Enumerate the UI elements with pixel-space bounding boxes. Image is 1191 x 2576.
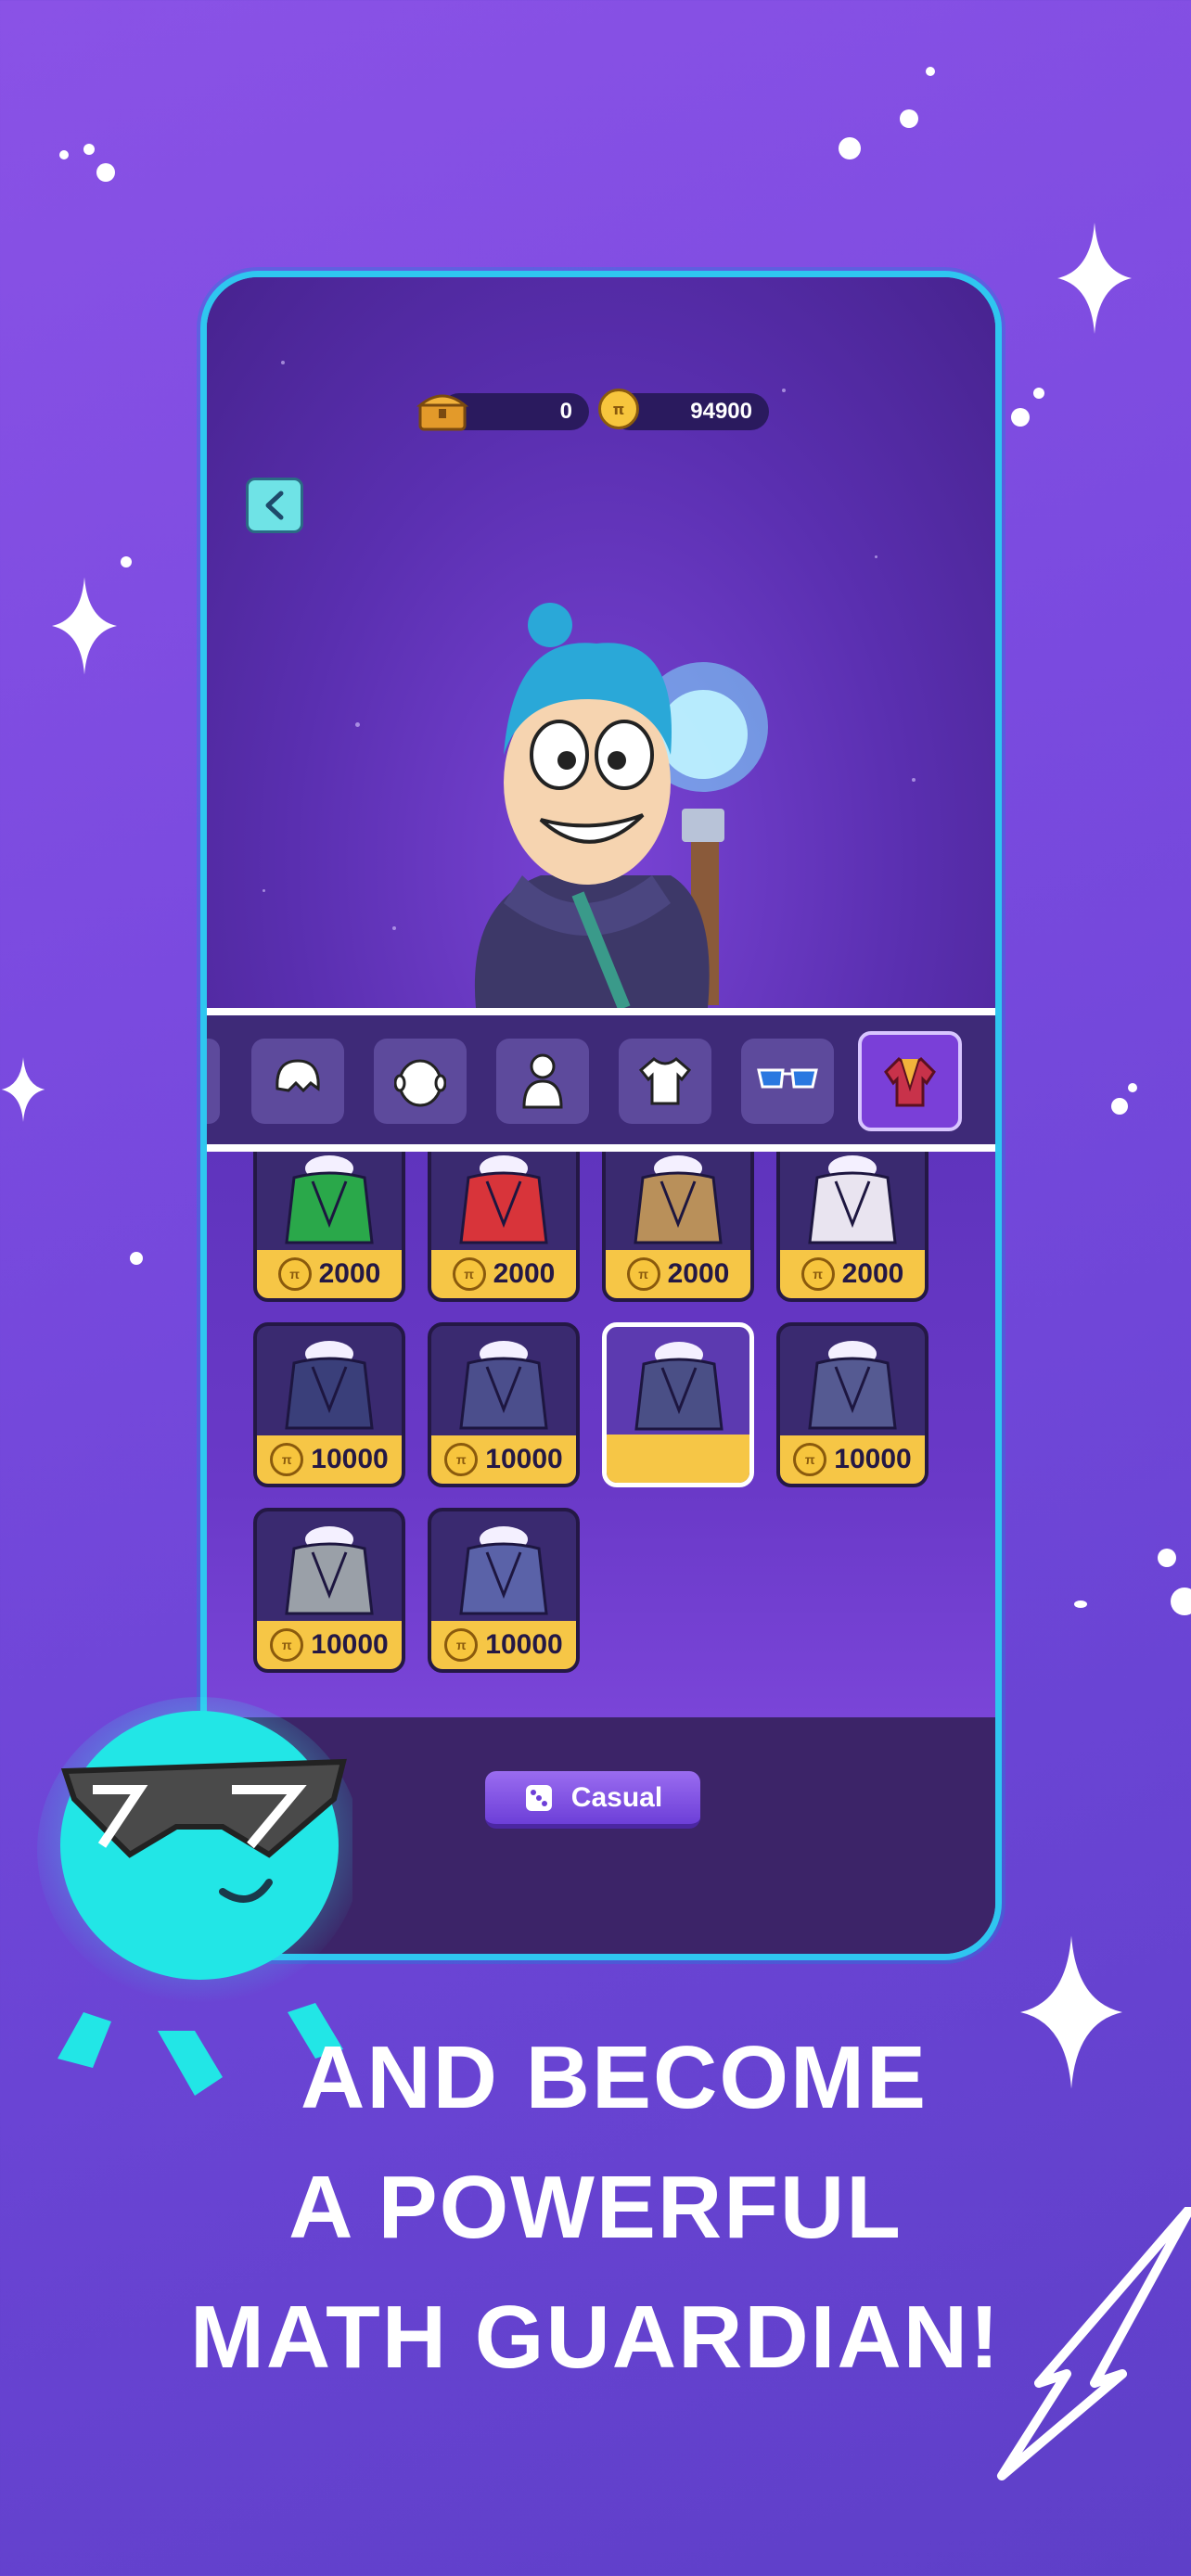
- tab-glasses[interactable]: [741, 1039, 834, 1124]
- outfit-icon: [884, 1056, 936, 1107]
- headline-line-1: AND BECOME: [300, 2028, 928, 2127]
- casual-mode-button[interactable]: Casual: [485, 1771, 700, 1829]
- sparkle-dot: [83, 144, 95, 155]
- hair-icon: [275, 1059, 320, 1093]
- sparkle-dot: [1158, 1549, 1176, 1567]
- outfit-item-card[interactable]: π 2000: [602, 1152, 754, 1302]
- outfit-item-card[interactable]: π 10000: [253, 1508, 405, 1673]
- outfit-item-card[interactable]: π 10000: [428, 1322, 580, 1487]
- sparkle-dot: [1011, 408, 1030, 427]
- coin-icon: π: [270, 1443, 304, 1476]
- coin-icon: π: [800, 1257, 835, 1291]
- outfit-item-image: [431, 1326, 576, 1439]
- chevron-left-icon: [265, 491, 284, 520]
- outfit-item-grid: π 2000 π 2000 π 2000 π 2000 π 10000 π 10000 π 10000 π 1…: [207, 1152, 995, 1717]
- outfit-item-image: [431, 1152, 576, 1254]
- outfit-item-card[interactable]: π 2000: [428, 1152, 580, 1302]
- outfit-item-image: [431, 1511, 576, 1625]
- character-scene: 0 94900 π: [207, 277, 995, 1008]
- outfit-item-card[interactable]: π 10000: [253, 1322, 405, 1487]
- coin-count: 94900: [690, 399, 752, 424]
- item-price-bar: π 10000: [431, 1621, 576, 1669]
- outfit-item-card[interactable]: π 10000: [776, 1322, 928, 1487]
- tab-outfit[interactable]: [858, 1031, 962, 1131]
- coin-icon: π: [793, 1443, 827, 1476]
- tab-shirt[interactable]: [619, 1039, 711, 1124]
- outfit-item-card[interactable]: π 10000: [428, 1508, 580, 1673]
- coin-icon: π: [277, 1257, 312, 1291]
- item-price: 2000: [493, 1258, 556, 1289]
- outfit-item-card[interactable]: π 2000: [776, 1152, 928, 1302]
- item-price-bar: π 10000: [257, 1435, 402, 1484]
- item-price-bar: π 2000: [780, 1250, 925, 1298]
- sparkle-star-icon: [1057, 223, 1132, 334]
- coin-icon: π: [270, 1628, 304, 1662]
- back-button[interactable]: [246, 478, 303, 533]
- shirt-icon: [638, 1057, 692, 1105]
- outfit-item-image: [780, 1326, 925, 1439]
- coin-icon: π: [444, 1628, 479, 1662]
- item-price: 10000: [311, 1629, 389, 1660]
- outfit-item-image: [606, 1152, 750, 1254]
- coin-icon: π: [452, 1257, 486, 1291]
- item-price: 10000: [485, 1444, 563, 1474]
- glasses-icon: [757, 1068, 818, 1089]
- sparkle-dot: [121, 556, 132, 567]
- sparkle-dot: [1074, 1600, 1087, 1608]
- item-price: 10000: [311, 1444, 389, 1474]
- chest-count: 0: [559, 399, 572, 424]
- sparkle-dot: [1171, 1588, 1191, 1615]
- item-price-bar: π 10000: [431, 1435, 576, 1484]
- outfit-item-image: [257, 1152, 402, 1254]
- item-price-bar: π 2000: [431, 1250, 576, 1298]
- outfit-item-image: [257, 1326, 402, 1439]
- item-price-bar: π 2000: [257, 1250, 402, 1298]
- sparkle-dot: [1128, 1083, 1137, 1092]
- item-price: 2000: [318, 1258, 381, 1289]
- item-price-bar: π 10000: [257, 1621, 402, 1669]
- headline-line-3: MATH GUARDIAN!: [189, 2288, 1002, 2387]
- casual-mode-label: Casual: [570, 1781, 663, 1813]
- item-price: 10000: [834, 1444, 912, 1474]
- item-price: 2000: [841, 1258, 904, 1289]
- category-tabbar: [207, 1008, 995, 1152]
- coin-icon: π: [444, 1443, 479, 1476]
- sparkle-star-icon: [52, 577, 117, 675]
- outfit-item-image: [607, 1327, 749, 1440]
- outfit-item-image: [257, 1511, 402, 1625]
- sparkle-dot: [839, 137, 861, 159]
- item-price-bar: [607, 1435, 749, 1483]
- outfit-item-card[interactable]: [602, 1322, 754, 1487]
- treasure-chest-icon: [416, 387, 469, 433]
- head-icon: [394, 1059, 446, 1107]
- headline-line-2: A POWERFUL: [288, 2158, 903, 2257]
- item-price: 10000: [485, 1629, 563, 1660]
- item-price-bar: π 2000: [606, 1250, 750, 1298]
- sparkle-dot: [96, 163, 115, 182]
- tab-body[interactable]: [496, 1039, 589, 1124]
- sparkle-dot: [130, 1252, 143, 1265]
- sparkle-dot: [926, 67, 935, 76]
- sparkle-star-icon: [1, 1057, 45, 1122]
- body-icon: [522, 1053, 563, 1109]
- sparkle-dot: [1111, 1098, 1128, 1115]
- sparkle-dot: [1033, 388, 1044, 399]
- dice-icon: [525, 1784, 552, 1811]
- tab-head[interactable]: [374, 1039, 467, 1124]
- sparkle-dot: [900, 109, 918, 128]
- coin-icon: π: [598, 389, 639, 429]
- character-avatar: [474, 603, 768, 1008]
- item-price: 2000: [667, 1258, 730, 1289]
- sparkle-dot: [59, 150, 69, 159]
- tab-hair[interactable]: [251, 1039, 344, 1124]
- item-price-bar: π 10000: [780, 1435, 925, 1484]
- coin-icon: π: [626, 1257, 660, 1291]
- outfit-item-card[interactable]: π 2000: [253, 1152, 405, 1302]
- outfit-item-image: [780, 1152, 925, 1254]
